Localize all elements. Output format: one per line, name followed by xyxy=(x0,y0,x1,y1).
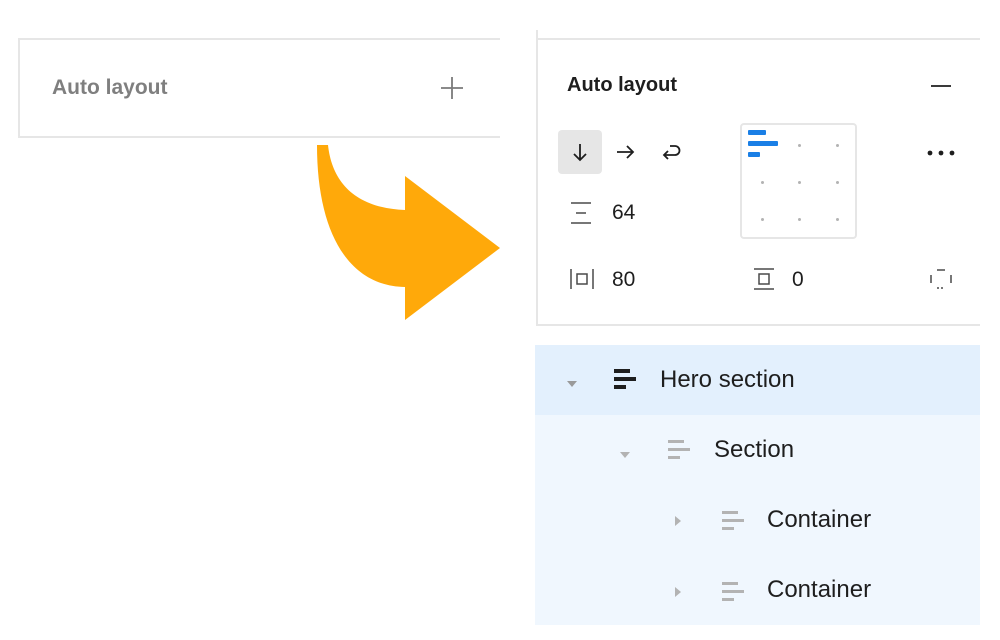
layer-label: Hero section xyxy=(660,366,795,393)
layer-label: Section xyxy=(714,436,795,463)
left-panel-top-divider xyxy=(18,38,500,40)
direction-vertical-button[interactable] xyxy=(558,130,602,174)
caret-right-icon[interactable] xyxy=(674,514,682,532)
auto-layout-vertical-icon xyxy=(721,510,745,537)
vertical-padding-value[interactable]: 0 xyxy=(792,268,804,292)
alignment-grid[interactable] xyxy=(740,123,857,239)
vertical-padding-icon xyxy=(751,266,777,297)
layer-label: Container xyxy=(767,576,872,603)
plus-icon[interactable] xyxy=(437,73,467,103)
caret-down-icon[interactable] xyxy=(619,446,631,464)
arrow-down-icon xyxy=(573,144,587,162)
left-panel-left-border xyxy=(18,38,20,138)
horizontal-padding-value[interactable]: 80 xyxy=(612,268,635,292)
auto-layout-vertical-icon xyxy=(721,581,745,608)
transition-arrow-icon xyxy=(310,140,505,325)
auto-layout-vertical-icon xyxy=(613,368,637,395)
left-panel-bottom-divider xyxy=(18,136,500,138)
right-section-title: Auto layout xyxy=(567,74,677,96)
gap-value[interactable]: 64 xyxy=(612,201,635,225)
wrap-icon xyxy=(662,145,681,160)
layer-row-container[interactable]: Container xyxy=(535,555,980,625)
caret-right-icon[interactable] xyxy=(674,585,682,603)
more-options-icon[interactable] xyxy=(925,143,957,163)
right-panel-left-border xyxy=(536,30,538,326)
layer-row-section[interactable]: Section xyxy=(535,415,980,485)
arrow-right-icon xyxy=(617,145,635,159)
auto-layout-vertical-icon xyxy=(667,439,691,466)
left-section-title: Auto layout xyxy=(52,76,168,99)
direction-horizontal-button[interactable] xyxy=(603,130,647,174)
layer-label: Container xyxy=(767,506,872,533)
direction-wrap-button[interactable] xyxy=(649,130,693,174)
horizontal-padding-icon xyxy=(568,266,596,297)
layer-row-container[interactable]: Container xyxy=(535,485,980,555)
caret-down-icon[interactable] xyxy=(566,375,578,393)
vertical-gap-icon xyxy=(568,200,594,231)
right-panel-top-divider xyxy=(537,38,980,40)
individual-padding-icon[interactable] xyxy=(928,266,954,297)
layer-row-hero-section[interactable]: Hero section xyxy=(535,345,980,415)
right-panel-bottom-divider xyxy=(537,324,980,326)
minus-icon[interactable] xyxy=(929,73,953,99)
